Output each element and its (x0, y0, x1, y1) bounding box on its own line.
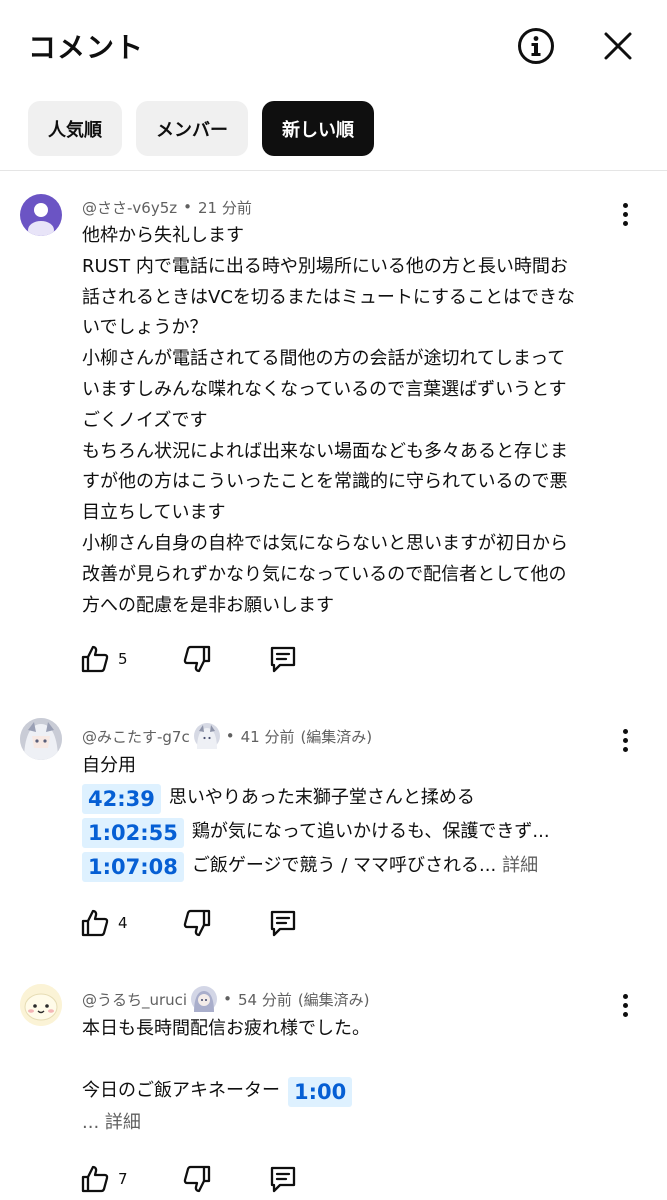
timestamp-link[interactable]: 1:02:55 (82, 817, 184, 848)
reply-icon (270, 910, 295, 937)
comment-line: ごくノイズです (82, 409, 208, 431)
comment-line: すが他の方はこういったことを常識的に守られているので悪 (82, 471, 568, 493)
chip-members[interactable]: メンバー (136, 101, 248, 156)
comment-line: 小柳さん自身の自枠では気にならないと思いますが初日から (82, 532, 568, 554)
comment-line: 改善が見られずかなり気になっているので配信者として他の (82, 563, 567, 585)
read-more-link[interactable]: 詳細 (502, 851, 538, 882)
thumbs-up-icon (81, 1165, 109, 1193)
thumbs-up-icon (81, 645, 109, 673)
reply-icon (270, 646, 295, 673)
comment-time: 54 分前 (237, 990, 292, 1009)
thumbs-down-icon (183, 1165, 210, 1193)
comment-text: 本日も長時間配信お疲れ様でした。 今日のご飯アキネーター 1:00 ... 詳細 (82, 1014, 622, 1139)
timestamp-line: 1:02:55 鶏が気になって追いかけるも、保護できず... (82, 816, 622, 850)
comment-line: 方への配慮を是非お願いします (82, 594, 334, 616)
comment-actions: 5 (80, 642, 298, 676)
timestamp-line: 1:07:08 ご飯ゲージで競う / ママ呼びされる... 詳細 (82, 850, 622, 884)
comment-line: 自分用 (82, 755, 136, 776)
comment-line: 小柳さんが電話されてる間他の方の会話が途切れてしまって (82, 348, 566, 370)
like-button[interactable]: 7 (80, 1164, 128, 1194)
like-count: 4 (118, 914, 128, 932)
comment-author[interactable]: @うるち_uruci (82, 989, 187, 1010)
meta-separator: • (225, 727, 235, 745)
comment-actions: 4 (80, 906, 298, 940)
reply-button[interactable] (268, 1164, 298, 1194)
comment-line: いでしょうか？ (82, 317, 208, 339)
comment-time: 21 分前 (198, 198, 252, 217)
meta-separator: • (183, 198, 192, 216)
dislike-button[interactable] (182, 644, 212, 674)
meta-separator: • (223, 990, 232, 1008)
comment-line: 話されるときはVCを切るまたはミュートにすることはできな (82, 286, 576, 308)
comment-author[interactable]: @みこたす-g7c (82, 726, 190, 747)
timestamp-line: 今日のご飯アキネーター 1:00 (82, 1076, 622, 1108)
comments-header: コメント (0, 0, 667, 95)
like-count: 7 (118, 1170, 128, 1188)
divider (0, 170, 667, 171)
timestamp-line: 42:39 思いやりあった末獅子堂さんと揉める (82, 782, 622, 816)
sort-chips: 人気順 メンバー 新しい順 (28, 101, 374, 156)
timestamp-text: 思いやりあった末獅子堂さんと揉める (168, 787, 475, 809)
avatar[interactable] (20, 194, 62, 236)
chip-popular[interactable]: 人気順 (28, 101, 122, 156)
edited-label: (編集済み) (300, 727, 373, 746)
comment-line: 目立ちしています (82, 502, 226, 524)
like-count: 5 (118, 650, 128, 668)
comment-text: 他枠から失礼します RUST 内で電話に出る時や別場所にいる他の方と長い時間お … (82, 221, 622, 621)
member-badge-icon (193, 723, 220, 749)
thumbs-down-icon (183, 645, 210, 673)
info-icon[interactable] (516, 26, 556, 66)
timestamp-link[interactable]: 1:00 (288, 1076, 353, 1107)
timestamp-link[interactable]: 1:07:08 (82, 851, 184, 882)
avatar[interactable] (20, 984, 62, 1026)
timestamp-text: 鶏が気になって追いかけるも、保護できず... (191, 821, 550, 843)
avatar[interactable] (20, 718, 62, 760)
comment-line: RUST 内で電話に出る時や別場所にいる他の方と長い時間お (82, 255, 568, 277)
comment-meta: @ささ-v6y5z • 21 分前 (82, 196, 252, 218)
comment-line: もちろん状況によれば出来ない場面なども多々あると存じま (82, 440, 568, 462)
reply-button[interactable] (268, 908, 298, 938)
close-icon[interactable] (598, 26, 638, 66)
timestamp-link[interactable]: 42:39 (82, 783, 161, 814)
dislike-button[interactable] (182, 908, 212, 938)
edited-label: (編集済み) (297, 990, 370, 1009)
thumbs-up-icon (81, 909, 109, 937)
comment-meta: @うるち_uruci • 54 分前 (編集済み) (82, 986, 370, 1012)
timestamp-text: 今日のご飯アキネーター (82, 1080, 280, 1102)
comment-line: 他枠から失礼します (82, 225, 244, 246)
comment-actions: 7 (80, 1162, 298, 1196)
like-button[interactable]: 5 (80, 644, 128, 674)
comment-time: 41 分前 (240, 727, 295, 746)
comment-text: 自分用 42:39 思いやりあった末獅子堂さんと揉める 1:02:55 鶏が気に… (82, 751, 622, 884)
comment-author[interactable]: @ささ-v6y5z (82, 197, 177, 218)
reply-icon (270, 1166, 295, 1193)
read-more-link[interactable]: ... 詳細 (82, 1108, 622, 1139)
like-button[interactable]: 4 (80, 908, 128, 938)
reply-button[interactable] (268, 644, 298, 674)
thumbs-down-icon (183, 909, 210, 937)
comment-line: 本日も長時間配信お疲れ様でした。 (82, 1018, 370, 1039)
chip-newest[interactable]: 新しい順 (262, 101, 374, 156)
page-title: コメント (28, 31, 145, 64)
comment-meta: @みこたす-g7c • 41 分前 (編集済み) (82, 723, 372, 749)
comment-line: いますしみんな喋れなくなっているので言葉選ばずいうとす (82, 378, 567, 400)
dislike-button[interactable] (182, 1164, 212, 1194)
member-badge-icon (191, 986, 218, 1012)
timestamp-text: ご飯ゲージで競う / ママ呼びされる... (191, 855, 497, 877)
